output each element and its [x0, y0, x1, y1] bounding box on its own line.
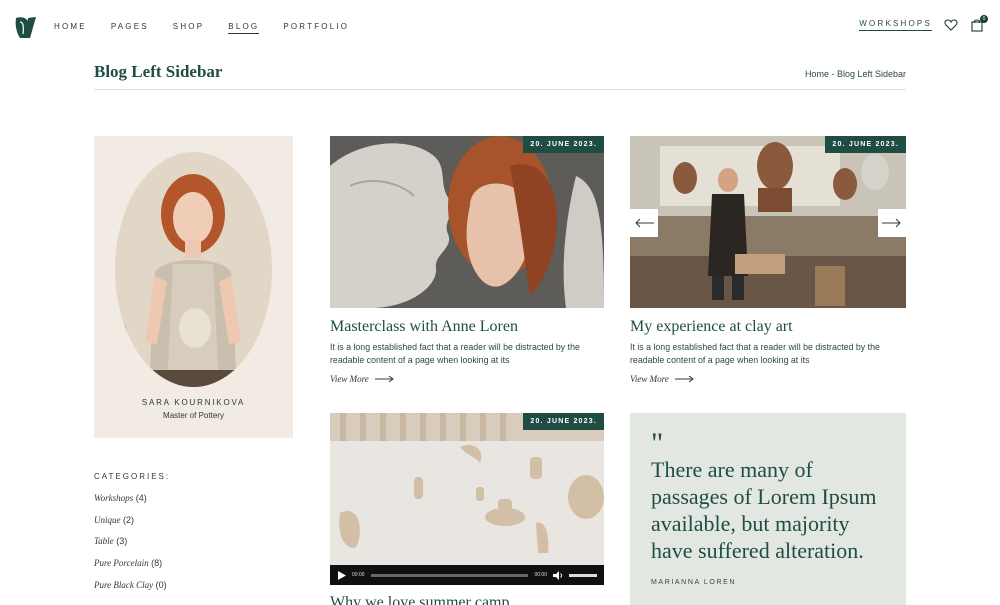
nav-portfolio[interactable]: PORTFOLIO — [283, 22, 349, 34]
post-excerpt: It is a long established fact that a rea… — [630, 342, 880, 365]
categories-list: Workshops (4) Unique (2) Table (3) Pure … — [94, 493, 167, 601]
author-portrait — [115, 152, 272, 387]
quote-text: There are many of passages of Lorem Ipsu… — [651, 457, 877, 563]
video-current-time: 00:00 — [352, 572, 365, 578]
arrow-right-icon — [674, 375, 694, 383]
post-title[interactable]: Why we love summer camp — [330, 594, 510, 605]
category-item[interactable]: Pure Black Clay (0) — [94, 580, 167, 602]
view-more-link[interactable]: View More — [330, 374, 395, 384]
site-header: HOME PAGES SHOP BLOG PORTFOLIO WORKSHOPS… — [0, 0, 1000, 54]
post-date-badge: 20. JUNE 2023. — [825, 136, 906, 153]
volume-slider[interactable] — [569, 573, 597, 577]
post-image-slider[interactable]: 20. JUNE 2023. — [630, 136, 906, 308]
heart-icon[interactable] — [944, 18, 958, 32]
post-title[interactable]: Masterclass with Anne Loren — [330, 318, 518, 336]
category-item[interactable]: Table (3) — [94, 536, 167, 558]
slider-next-button[interactable] — [878, 209, 906, 237]
post-date-badge: 20. JUNE 2023. — [523, 413, 604, 430]
view-more-link[interactable]: View More — [630, 374, 695, 384]
post-video[interactable]: 20. JUNE 2023. 00:00 00:00 — [330, 413, 604, 585]
cart-count-badge: 0 — [980, 15, 988, 23]
workshops-link[interactable]: WORKSHOPS — [859, 19, 932, 31]
video-duration: 00:00 — [534, 572, 547, 578]
breadcrumb[interactable]: Home - Blog Left Sidebar — [805, 69, 906, 79]
arrow-left-icon — [635, 218, 654, 228]
post-date-badge: 20. JUNE 2023. — [523, 136, 604, 153]
video-controls: 00:00 00:00 — [330, 565, 604, 585]
quote-card: " There are many of passages of Lorem Ip… — [630, 413, 906, 605]
arrow-right-icon — [882, 218, 901, 228]
page-title-bar: Blog Left Sidebar Home - Blog Left Sideb… — [94, 60, 906, 90]
view-more-label: View More — [630, 374, 669, 384]
category-item[interactable]: Pure Porcelain (8) — [94, 558, 167, 580]
arrow-right-icon — [374, 375, 394, 383]
logo-icon[interactable] — [12, 14, 38, 40]
nav-home[interactable]: HOME — [54, 22, 87, 34]
header-actions: WORKSHOPS 0 — [859, 15, 988, 32]
volume-icon[interactable] — [553, 570, 563, 580]
post-image[interactable]: 20. JUNE 2023. — [330, 136, 604, 308]
categories-heading: CATEGORIES: — [94, 472, 171, 481]
author-profile-card: SARA KOURNIKOVA Master of Pottery — [94, 136, 293, 438]
nav-shop[interactable]: SHOP — [173, 22, 204, 34]
main-nav: HOME PAGES SHOP BLOG PORTFOLIO — [54, 22, 373, 34]
quote-author: MARIANNA LOREN — [651, 579, 737, 586]
post-excerpt: It is a long established fact that a rea… — [330, 342, 580, 365]
category-item[interactable]: Unique (2) — [94, 515, 167, 537]
play-icon[interactable] — [338, 570, 346, 580]
slider-prev-button[interactable] — [630, 209, 658, 237]
view-more-label: View More — [330, 374, 369, 384]
nav-pages[interactable]: PAGES — [111, 22, 149, 34]
author-name: SARA KOURNIKOVA — [141, 398, 246, 407]
nav-blog[interactable]: BLOG — [228, 22, 260, 34]
video-progress-bar[interactable] — [370, 573, 529, 577]
category-item[interactable]: Workshops (4) — [94, 493, 167, 515]
page-title: Blog Left Sidebar — [94, 62, 223, 81]
cart-button[interactable]: 0 — [970, 15, 988, 32]
author-role: Master of Pottery — [163, 411, 224, 420]
post-title[interactable]: My experience at clay art — [630, 318, 793, 336]
